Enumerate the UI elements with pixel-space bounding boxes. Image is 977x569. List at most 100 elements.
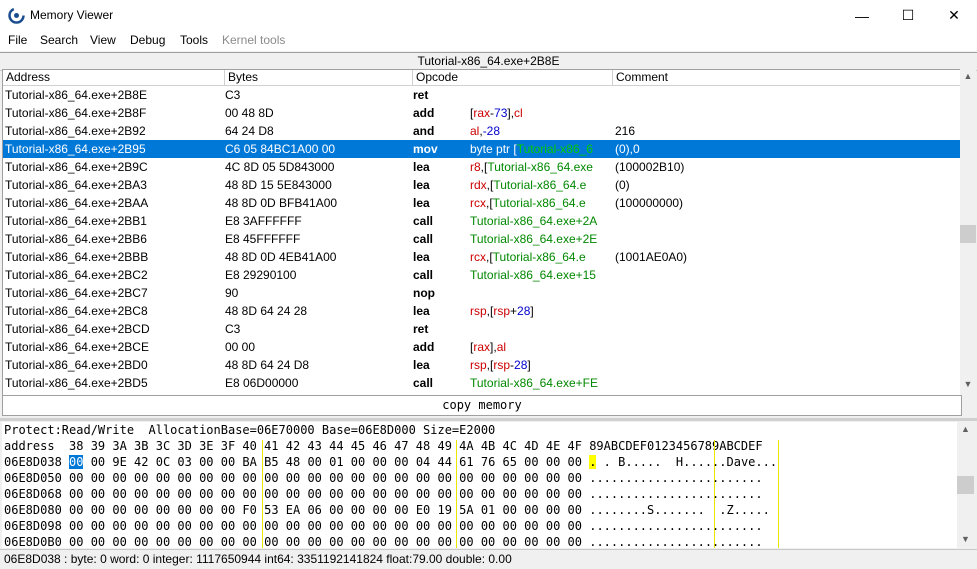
disasm-row[interactable]: Tutorial-x86_64.exe+2BB6 E8 45FFFFFF call T…	[3, 230, 961, 248]
operand-token: rsp	[470, 304, 487, 318]
operand-token: 28	[514, 358, 528, 372]
hex-row-bytes[interactable]: 00 00 00 00 00 00 00 00 00 00 00 00 00 0…	[69, 471, 582, 485]
hex-scrollbar[interactable]: ▲ ▼	[957, 422, 974, 548]
menu-file[interactable]: File	[8, 33, 27, 47]
disasm-bytes: 48 8D 64 24 D8	[225, 358, 310, 372]
disasm-row[interactable]: Tutorial-x86_64.exe+2BD5 E8 06D00000 call T…	[3, 374, 961, 392]
hex-row-bytes[interactable]: 00 00 00 00 00 00 00 00 00 00 00 00 00 0…	[69, 535, 582, 548]
hex-row-ascii[interactable]: ........................	[589, 519, 762, 533]
scroll-down-arrow-icon[interactable]: ▼	[957, 534, 974, 544]
hex-view[interactable]: Protect:Read/Write AllocationBase=06E700…	[2, 422, 957, 548]
scroll-thumb[interactable]	[957, 476, 974, 494]
disasm-row[interactable]: Tutorial-x86_64.exe+2BB1 E8 3AFFFFFF call T…	[3, 212, 961, 230]
operand-token: Tutorial-x86_64.e	[492, 250, 586, 264]
operand-token: rcx	[470, 250, 486, 264]
close-button[interactable]: ✕	[931, 0, 977, 31]
disasm-opcode: lea	[413, 250, 430, 264]
ascii-cursor: .	[589, 455, 597, 469]
operand-token: +	[510, 304, 518, 318]
disassembler-scrollbar[interactable]: ▲ ▼	[960, 69, 976, 395]
column-header-opcode[interactable]: Opcode	[413, 70, 613, 86]
operand-token: Tutorial-x86_64.exe+2A	[470, 214, 598, 228]
column-header-address[interactable]: Address	[3, 70, 225, 86]
disasm-bytes: C3	[225, 88, 241, 102]
disasm-row[interactable]: Tutorial-x86_64.exe+2BCE 00 00 add [rax],al	[3, 338, 961, 356]
operand-token: -28	[482, 124, 501, 138]
disasm-row[interactable]: Tutorial-x86_64.exe+2BBB 48 8D 0D 4EB41A0…	[3, 248, 961, 266]
disasm-address: Tutorial-x86_64.exe+2BC8	[5, 304, 148, 318]
selected-byte[interactable]: 00	[69, 455, 84, 469]
column-header-bytes[interactable]: Bytes	[225, 70, 413, 86]
disasm-row[interactable]: Tutorial-x86_64.exe+2B8E C3 ret	[3, 86, 961, 104]
hex-row-address: 06E8D068	[4, 487, 62, 501]
menu-search[interactable]: Search	[40, 33, 78, 47]
disasm-bytes: E8 29290100	[225, 268, 297, 282]
hex-row-address: 06E8D050	[4, 471, 62, 485]
disasm-row[interactable]: Tutorial-x86_64.exe+2B95 C6 05 84BC1A00 0…	[3, 140, 961, 158]
disasm-row[interactable]: Tutorial-x86_64.exe+2BC7 90 nop	[3, 284, 961, 302]
disasm-address: Tutorial-x86_64.exe+2BA3	[5, 178, 147, 192]
menu-tools[interactable]: Tools	[180, 33, 208, 47]
minimize-icon: —	[855, 7, 869, 24]
hex-row-bytes[interactable]: 00 00 9E 42 0C 03 00 00 BA B5 48 00 01 0…	[69, 455, 582, 469]
hex-row-ascii[interactable]: ........S....... .Z.....	[589, 503, 770, 517]
scroll-thumb[interactable]	[960, 225, 976, 243]
operand-token: Tutorial-x86_6	[516, 142, 593, 156]
disassembler-view[interactable]: Address Bytes Opcode Comment Tutorial-x8…	[2, 69, 962, 397]
column-header-comment[interactable]: Comment	[613, 70, 961, 86]
hex-row[interactable]: 06E8D068 00 00 00 00 00 00 00 00 00 00 0…	[4, 486, 763, 502]
hex-row[interactable]: 06E8D038 00 00 9E 42 0C 03 00 00 BA B5 4…	[4, 454, 777, 470]
hex-row-bytes[interactable]: 00 00 00 00 00 00 00 00 F0 53 EA 06 00 0…	[69, 503, 582, 517]
scroll-up-arrow-icon[interactable]: ▲	[957, 424, 974, 434]
hex-row-address: 06E8D0B0	[4, 535, 62, 548]
hex-row-ascii[interactable]: ........................	[589, 471, 762, 485]
disasm-bytes: 48 8D 0D 4EB41A00	[225, 250, 337, 264]
disasm-row[interactable]: Tutorial-x86_64.exe+2BC2 E8 29290100 call T…	[3, 266, 961, 284]
disasm-opcode: lea	[413, 304, 430, 318]
menu-debug[interactable]: Debug	[130, 33, 165, 47]
disasm-row[interactable]: Tutorial-x86_64.exe+2BAA 48 8D 0D BFB41A0…	[3, 194, 961, 212]
hex-row-bytes[interactable]: 00 00 00 00 00 00 00 00 00 00 00 00 00 0…	[69, 519, 582, 533]
disasm-address: Tutorial-x86_64.exe+2B95	[5, 142, 146, 156]
maximize-button[interactable]: ☐	[885, 0, 931, 31]
scroll-down-arrow-icon[interactable]: ▼	[960, 379, 976, 389]
hex-row-ascii[interactable]: ........................	[589, 487, 762, 501]
panel-splitter[interactable]	[0, 418, 977, 421]
disasm-opcode: mov	[413, 142, 438, 156]
disasm-operands: [rax-73],cl	[470, 104, 612, 122]
hex-row-ascii[interactable]: ........................	[589, 535, 762, 548]
minimize-button[interactable]: —	[839, 0, 885, 31]
disasm-bytes: 48 8D 15 5E843000	[225, 178, 332, 192]
menu-view[interactable]: View	[90, 33, 116, 47]
scroll-up-arrow-icon[interactable]: ▲	[960, 71, 976, 81]
disasm-row[interactable]: Tutorial-x86_64.exe+2BA3 48 8D 15 5E84300…	[3, 176, 961, 194]
disasm-address: Tutorial-x86_64.exe+2B9C	[5, 160, 148, 174]
disasm-operands: r8,[Tutorial-x86_64.exe	[470, 158, 612, 176]
copy-memory-button[interactable]: copy memory	[2, 395, 962, 416]
operand-token: rsp	[493, 304, 511, 318]
disasm-row[interactable]: Tutorial-x86_64.exe+2BCD C3 ret	[3, 320, 961, 338]
disasm-row[interactable]: Tutorial-x86_64.exe+2B9C 4C 8D 05 5D84300…	[3, 158, 961, 176]
disasm-bytes: E8 3AFFFFFF	[225, 214, 302, 228]
disasm-comment: (1001AE0A0)	[615, 250, 688, 264]
disasm-row[interactable]: Tutorial-x86_64.exe+2B92 64 24 D8 and al,-2…	[3, 122, 961, 140]
disasm-row[interactable]: Tutorial-x86_64.exe+2BC8 48 8D 64 24 28 le…	[3, 302, 961, 320]
hex-row[interactable]: 06E8D0B0 00 00 00 00 00 00 00 00 00 00 0…	[4, 534, 763, 548]
disasm-row[interactable]: Tutorial-x86_64.exe+2BD0 48 8D 64 24 D8 le…	[3, 356, 961, 374]
disasm-opcode: call	[413, 232, 434, 246]
menu-bar: File Search View Debug Tools Kernel tool…	[0, 31, 977, 51]
disasm-bytes: E8 45FFFFFF	[225, 232, 301, 246]
disasm-comment: 216	[615, 124, 636, 138]
disasm-address: Tutorial-x86_64.exe+2B8E	[5, 88, 147, 102]
disasm-address: Tutorial-x86_64.exe+2B92	[5, 124, 146, 138]
disasm-address: Tutorial-x86_64.exe+2BD0	[5, 358, 148, 372]
hex-row[interactable]: 06E8D080 00 00 00 00 00 00 00 00 F0 53 E…	[4, 502, 770, 518]
maximize-icon: ☐	[901, 7, 915, 23]
hex-row[interactable]: 06E8D098 00 00 00 00 00 00 00 00 00 00 0…	[4, 518, 763, 534]
disasm-row[interactable]: Tutorial-x86_64.exe+2B8F 00 48 8D add [rax-…	[3, 104, 961, 122]
operand-token: cl	[514, 106, 523, 120]
hex-row-ascii[interactable]: . . B..... H......Dave...	[589, 455, 777, 469]
hex-row-bytes[interactable]: 00 00 00 00 00 00 00 00 00 00 00 00 00 0…	[69, 487, 582, 501]
hex-row[interactable]: 06E8D050 00 00 00 00 00 00 00 00 00 00 0…	[4, 470, 763, 486]
disasm-operands: rdx,[Tutorial-x86_64.e	[470, 176, 612, 194]
